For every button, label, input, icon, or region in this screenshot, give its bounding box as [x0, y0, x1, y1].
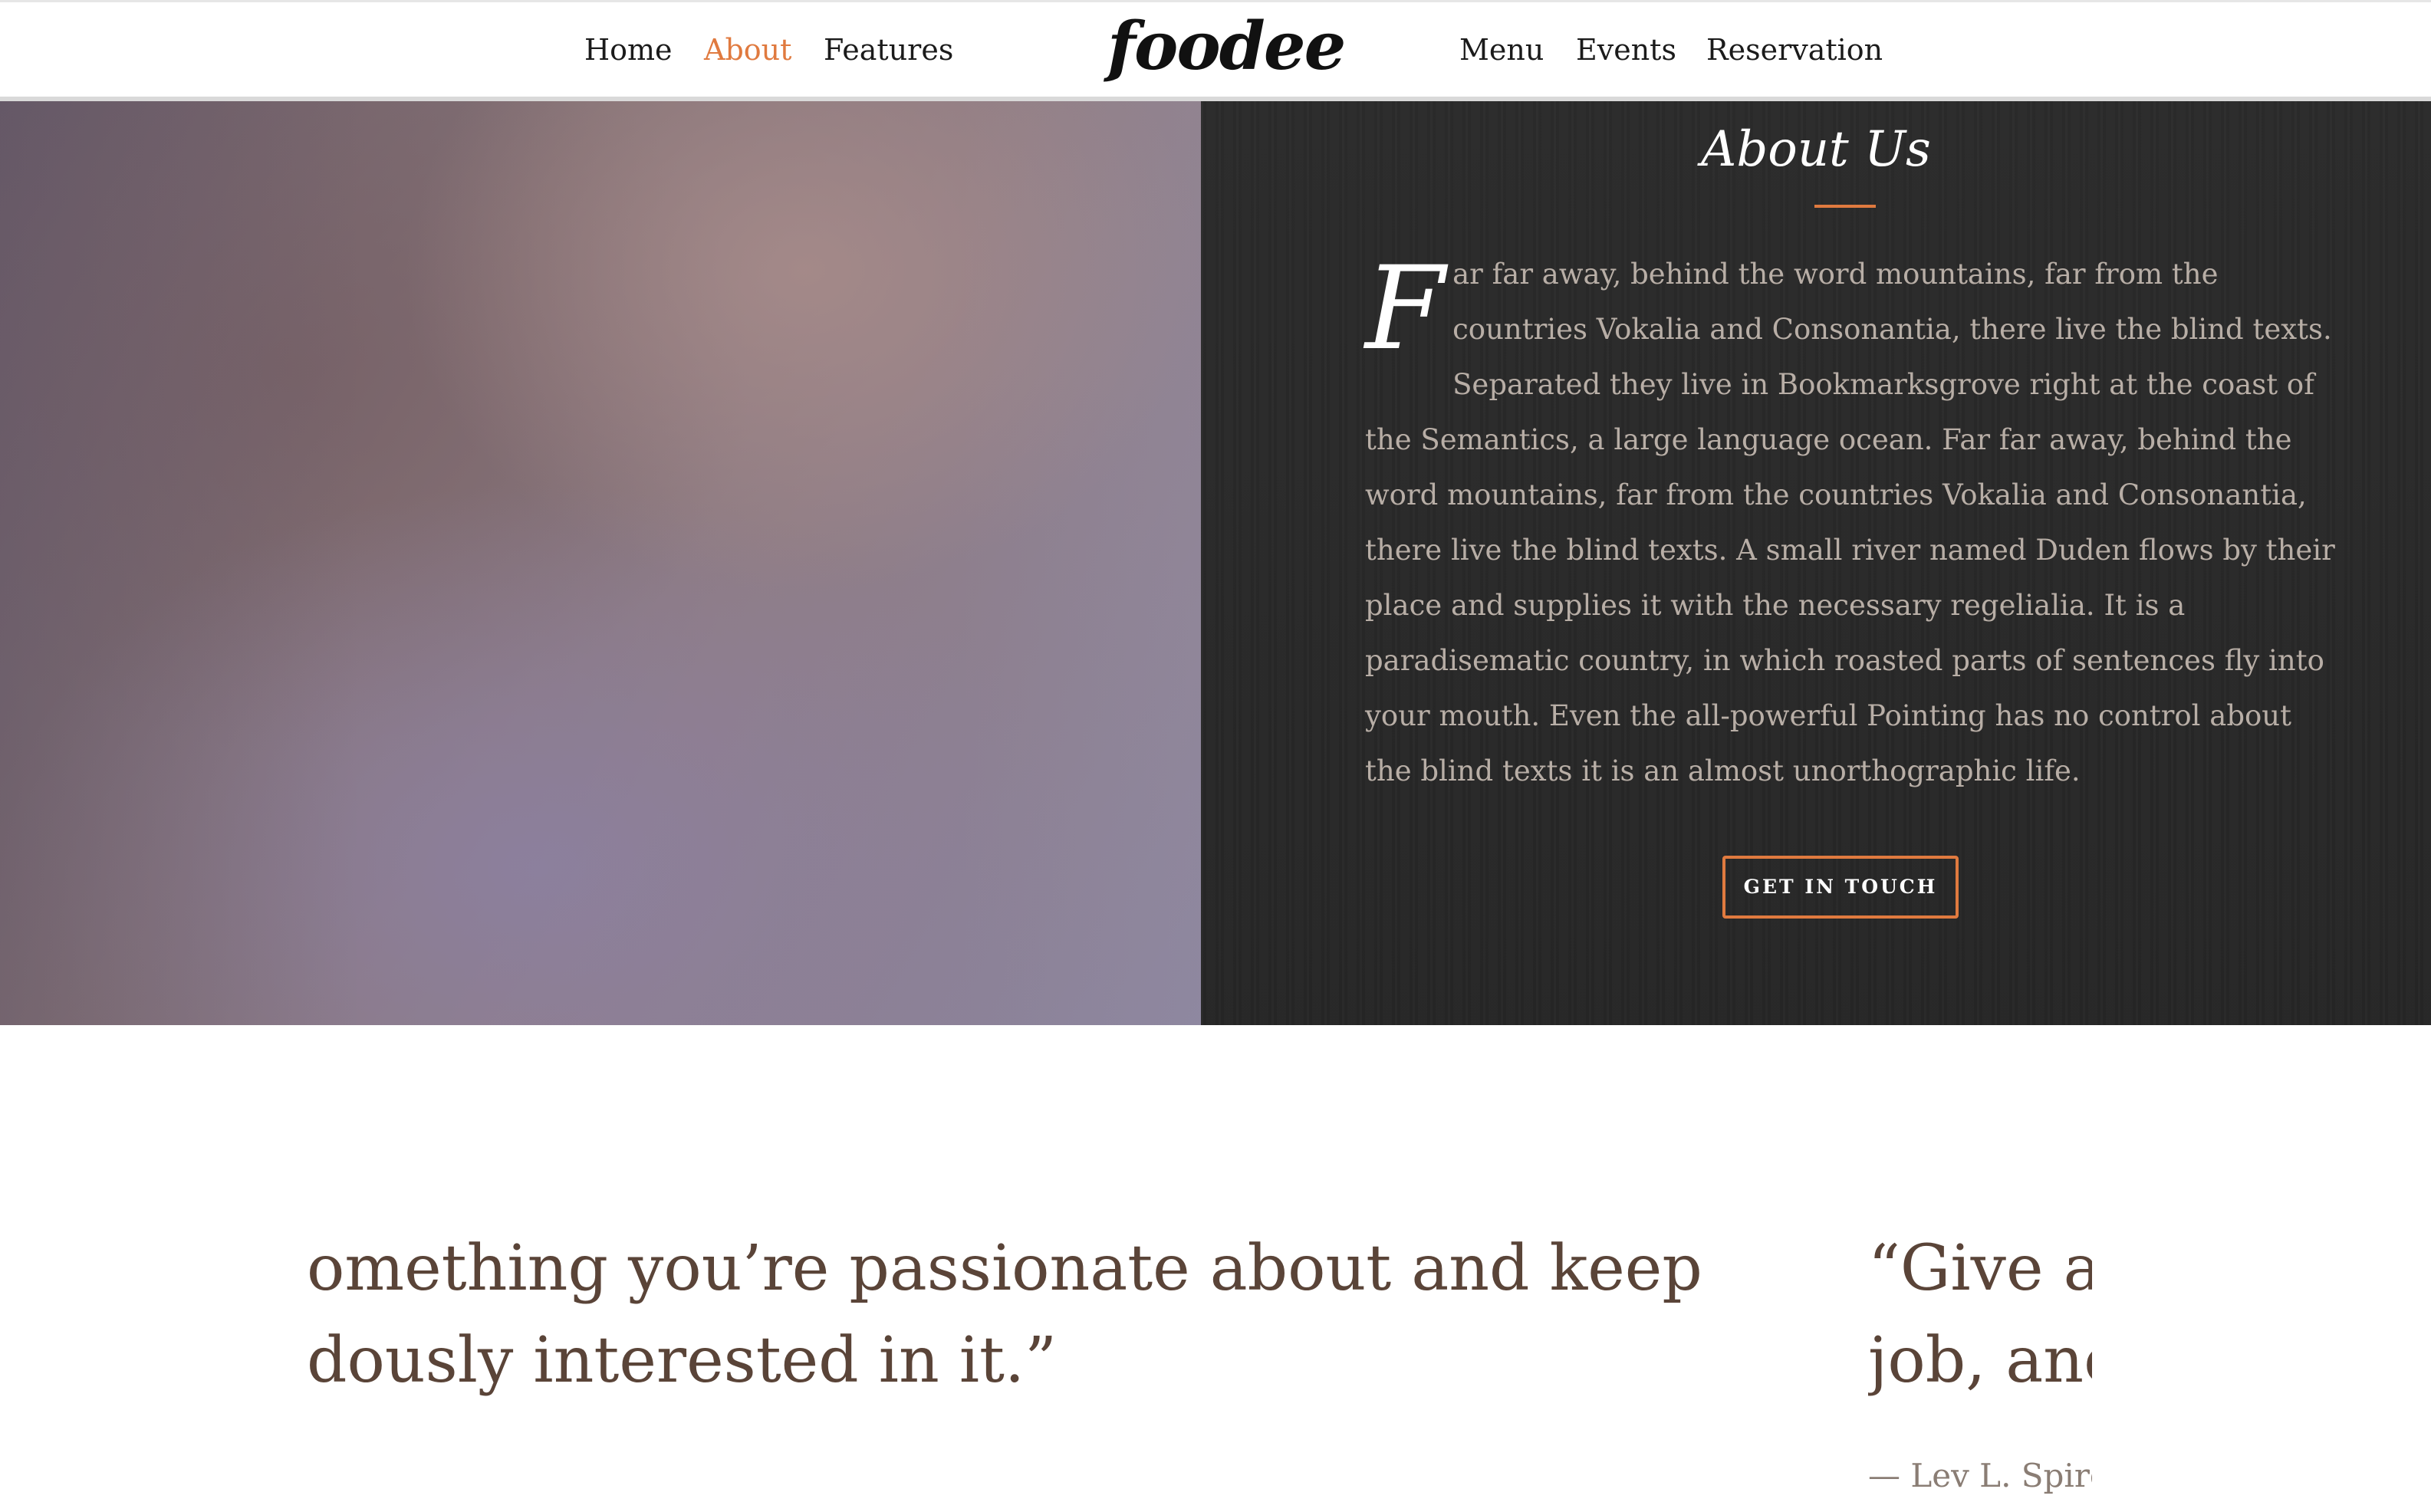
about-title: About Us	[1701, 121, 1931, 178]
nav-link-features[interactable]: Features	[824, 30, 953, 70]
nav-link-about[interactable]: About	[704, 30, 791, 70]
about-section: About Us F ar far away, behind the word …	[1201, 101, 2431, 1025]
testimonial-line: job, anc	[1868, 1324, 2092, 1397]
testimonial-quote-current: omething you’re passionate about and kee…	[307, 1223, 1702, 1407]
testimonial-line: “Give a	[1868, 1232, 2092, 1305]
testimonial-author: — Lev L. Spiro	[1868, 1457, 2092, 1494]
testimonial-line: dously interested in it.”	[307, 1324, 1057, 1397]
testimonials-slider[interactable]: omething you’re passionate about and kee…	[0, 1025, 2431, 1512]
about-hero-image	[0, 101, 1201, 1025]
testimonial-line: omething you’re passionate about and kee…	[307, 1232, 1702, 1305]
nav-link-menu[interactable]: Menu	[1459, 30, 1544, 70]
hero-image-overlay	[0, 101, 1201, 1025]
get-in-touch-button[interactable]: GET IN TOUCH	[1722, 856, 1959, 919]
about-paragraph: ar far away, behind the word mountains, …	[1365, 258, 2335, 787]
about-body-text: F ar far away, behind the word mountains…	[1365, 247, 2339, 799]
brand-logo[interactable]: foodee	[1107, 8, 1346, 85]
drop-cap-letter: F	[1365, 242, 1446, 376]
nav-link-reservation[interactable]: Reservation	[1706, 30, 1883, 70]
nav-link-events[interactable]: Events	[1576, 30, 1676, 70]
top-navigation-bar: Home About Features foodee Menu Events R…	[0, 0, 2431, 101]
testimonial-quote-next: “Give a job, anc — Lev L. Spiro	[1868, 1223, 2092, 1512]
title-divider	[1814, 205, 1876, 208]
nav-link-home[interactable]: Home	[584, 30, 673, 70]
